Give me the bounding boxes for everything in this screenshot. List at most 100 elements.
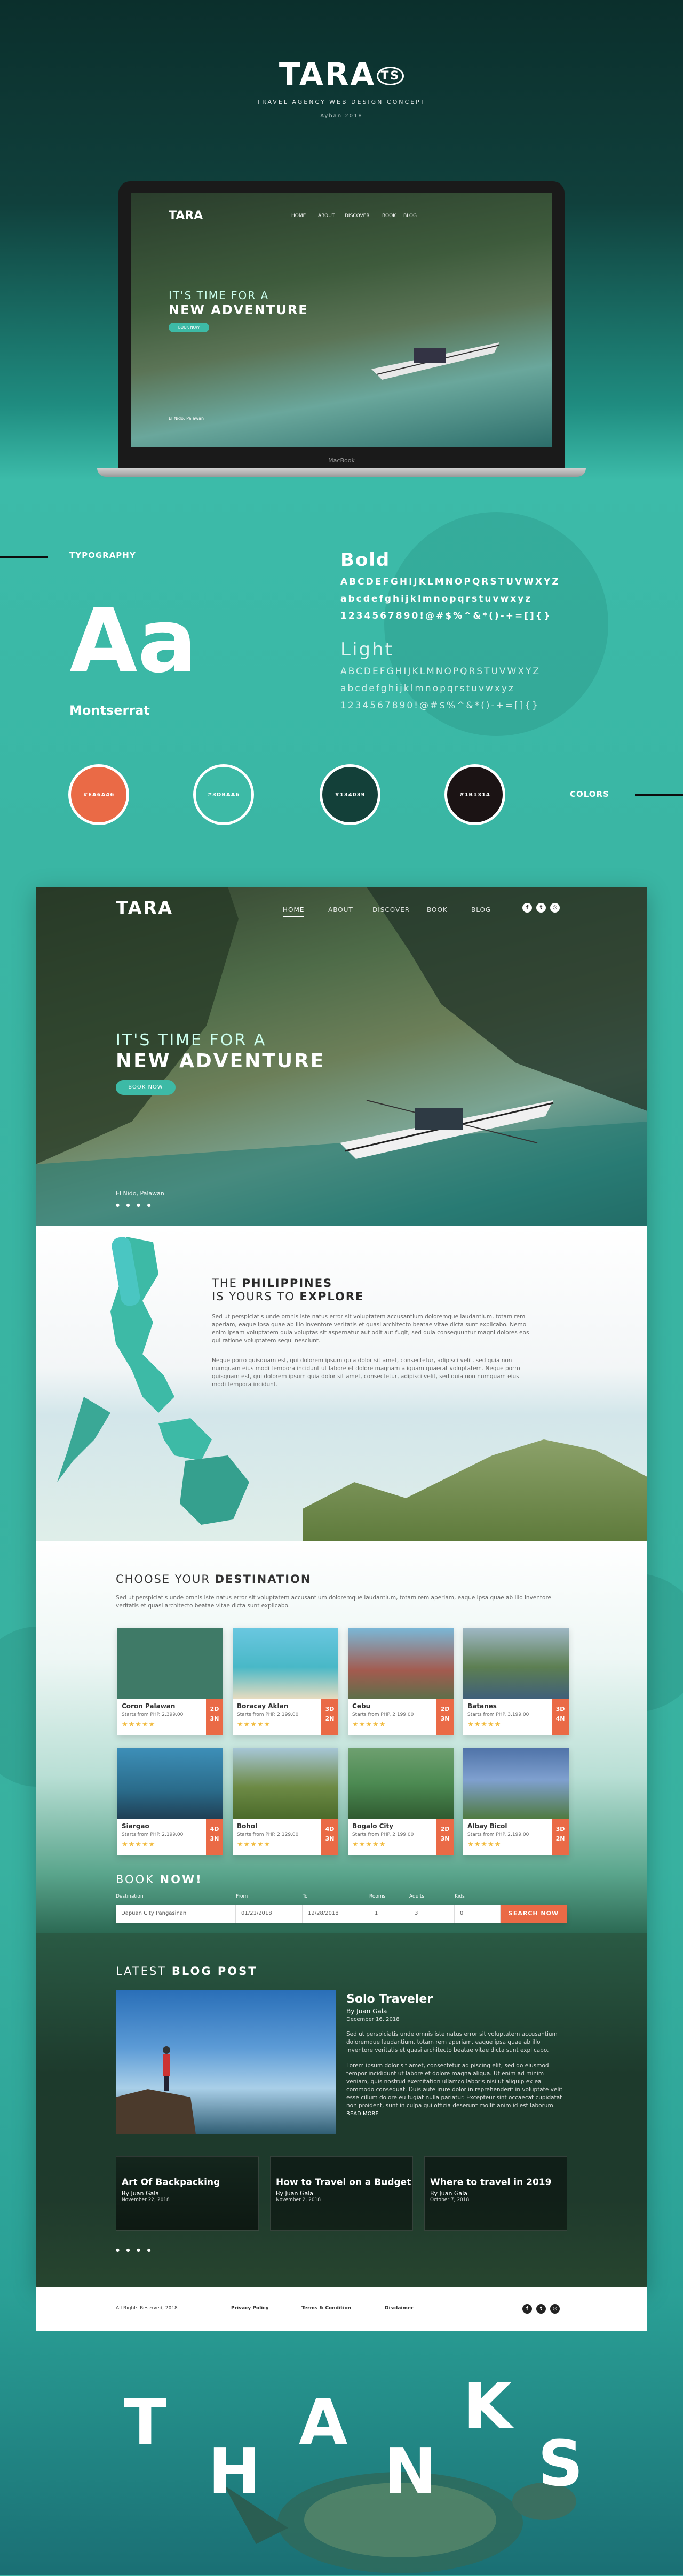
blog-post-paragraph-2: Lorem ipsum dolor sit amet, consectetur …: [346, 2062, 566, 2118]
blog-card-author: By Juan Gala: [276, 2190, 314, 2197]
instagram-icon[interactable]: ◎: [550, 903, 560, 913]
hero-location: El Nido, Palawan: [116, 1190, 164, 1197]
laptop-logo: TARA: [169, 209, 203, 222]
philippines-title-line2: IS YOURS TO EXPLORE: [212, 1290, 364, 1303]
hero-slider-dots[interactable]: ● ● ● ●: [116, 1203, 154, 1207]
destination-card[interactable]: Batanes Starts from PHP. 3,199.00 ★★★★★ …: [463, 1628, 569, 1735]
hills-illustration: [303, 1439, 647, 1541]
thanks-letter-h: H: [208, 2435, 261, 2508]
duration-days: 2D: [440, 1706, 450, 1713]
read-more-link[interactable]: READ MORE: [346, 2111, 379, 2117]
blog-card[interactable]: Where to travel in 2019 By Juan Gala Oct…: [424, 2156, 567, 2231]
nav-book[interactable]: BOOK: [427, 906, 448, 914]
site-navbar: TARA HOME ABOUT DISCOVER BOOK BLOG f t ◎: [36, 887, 647, 930]
from-date-input[interactable]: 01/21/2018: [236, 1905, 303, 1923]
blog-card-author: By Juan Gala: [122, 2190, 160, 2197]
laptop-hero-small: IT'S TIME FOR A: [169, 289, 269, 302]
site-logo[interactable]: TARA: [116, 898, 173, 919]
duration-nights: 3N: [440, 1835, 450, 1842]
nav-discover[interactable]: DISCOVER: [372, 906, 410, 914]
instagram-icon[interactable]: ◎: [550, 2304, 560, 2314]
kids-select[interactable]: 0: [455, 1905, 501, 1923]
search-now-button[interactable]: SEARCH NOW: [501, 1905, 567, 1923]
destination-name: Siargao: [122, 1822, 149, 1830]
destination-photo: [348, 1628, 454, 1699]
rating-stars: ★★★★★: [237, 1721, 271, 1729]
color-swatch-teal: #3DBAA6: [193, 764, 254, 825]
blog-featured-photo[interactable]: [116, 1990, 336, 2134]
blog-card-title: Where to travel in 2019: [430, 2177, 552, 2188]
destination-card[interactable]: Cebu Starts from PHP. 2,199.00 ★★★★★ 2D 3…: [348, 1628, 454, 1735]
destination-select[interactable]: Dapuan City Pangasinan: [116, 1905, 236, 1923]
destination-photo: [233, 1748, 338, 1819]
destination-name: Bogalo City: [352, 1822, 394, 1830]
label-from: From: [236, 1894, 248, 1899]
brand-subtitle: TRAVEL AGENCY WEB DESIGN CONCEPT: [257, 99, 426, 106]
disclaimer-link[interactable]: Disclaimer: [385, 2306, 413, 2311]
blog-slider-dots[interactable]: ● ● ● ●: [116, 2247, 154, 2252]
label-kids: Kids: [455, 1894, 465, 1899]
duration-badge: 4D 3N: [321, 1819, 338, 1855]
thanks-letter-s: S: [538, 2427, 583, 2500]
destinations-title: CHOOSE YOUR DESTINATION: [116, 1573, 312, 1586]
terms-link[interactable]: Terms & Condition: [301, 2306, 351, 2311]
duration-nights: 2N: [555, 1835, 565, 1842]
duration-days: 2D: [440, 1826, 450, 1833]
hiker-illustration: [116, 2046, 196, 2134]
destination-photo: [348, 1748, 454, 1819]
privacy-policy-link[interactable]: Privacy Policy: [231, 2306, 269, 2311]
facebook-icon[interactable]: f: [522, 903, 532, 913]
brand-logo: TARA TS: [0, 56, 683, 92]
bold-numerals: 1234567890!@#$%^&*()-+=[]{}: [340, 611, 552, 621]
laptop-screen: TARA HOME ABOUT DISCOVER BOOK BLOG IT'S …: [118, 181, 565, 468]
destination-card[interactable]: Boracay Aklan Starts from PHP. 2,199.00 …: [233, 1628, 338, 1735]
destination-price: Starts from PHP. 2,199.00: [352, 1832, 414, 1837]
destination-card[interactable]: Siargao Starts from PHP. 2,199.00 ★★★★★ …: [117, 1748, 223, 1855]
nav-about[interactable]: ABOUT: [328, 906, 353, 914]
book-now-title: BOOK NOW!: [116, 1873, 203, 1886]
brand-logo-badge: TS: [377, 67, 404, 86]
rooms-select[interactable]: 1: [369, 1905, 409, 1923]
book-now-button[interactable]: BOOK NOW: [116, 1080, 176, 1095]
font-name: Montserrat: [69, 703, 150, 718]
blog-card-date: November 22, 2018: [122, 2197, 170, 2203]
light-lowercase: abcdefghijklmnopqrstuvwxyz: [340, 683, 515, 694]
blog-card[interactable]: How to Travel on a Budget By Juan Gala N…: [270, 2156, 413, 2231]
duration-days: 4D: [210, 1826, 219, 1833]
destination-photo: [233, 1628, 338, 1699]
facebook-icon[interactable]: f: [522, 2304, 532, 2314]
destination-card[interactable]: Bohol Starts from PHP. 2,129.00 ★★★★★ 4D…: [233, 1748, 338, 1855]
blog-title: LATEST BLOG POST: [116, 1965, 258, 1978]
copyright-text: All Rights Reserved, 2018: [116, 2306, 178, 2311]
blog-post-paragraph-2-text: Lorem ipsum dolor sit amet, consectetur …: [346, 2062, 563, 2109]
duration-nights: 2N: [325, 1715, 335, 1722]
rating-stars: ★★★★★: [352, 1841, 386, 1849]
light-numerals: 1234567890!@#$%^&*()-+=[]{}: [340, 700, 539, 711]
laptop-hero-big: NEW ADVENTURE: [169, 302, 308, 317]
thanks-letter-t: T: [124, 2385, 167, 2459]
destination-card[interactable]: Bogalo City Starts from PHP. 2,199.00 ★★…: [348, 1748, 454, 1855]
label-adults: Adults: [409, 1894, 425, 1899]
philippines-section: THE PHILIPPINES IS YOURS TO EXPLORE Sed …: [36, 1226, 647, 1541]
twitter-icon[interactable]: t: [536, 903, 546, 913]
to-date-input[interactable]: 12/28/2018: [303, 1905, 369, 1923]
destination-card[interactable]: Coron Palawan Starts from PHP. 2,399.00 …: [117, 1628, 223, 1735]
typography-label: TYPOGRAPHY: [69, 550, 136, 560]
destination-price: Starts from PHP. 3,199.00: [467, 1712, 529, 1717]
adults-select[interactable]: 3: [409, 1905, 455, 1923]
blog-card[interactable]: Art Of Backpacking By Juan Gala November…: [116, 2156, 259, 2231]
rating-stars: ★★★★★: [352, 1721, 386, 1729]
destination-photo: [463, 1748, 569, 1819]
duration-nights: 3N: [440, 1715, 450, 1722]
destination-card[interactable]: Albay Bicol Starts from PHP. 2,199.00 ★★…: [463, 1748, 569, 1855]
color-swatch-near-black: #1B1314: [444, 764, 505, 825]
twitter-icon[interactable]: t: [536, 2304, 546, 2314]
divider-rule: [635, 794, 683, 796]
nav-home[interactable]: HOME: [283, 906, 305, 917]
blog-post-title[interactable]: Solo Traveler: [346, 1993, 433, 2006]
laptop-hero-button: BOOK NOW: [169, 323, 209, 332]
laptop-nav-home: HOME: [291, 213, 306, 219]
colors-label: COLORS: [570, 789, 609, 799]
nav-blog[interactable]: BLOG: [471, 906, 491, 914]
destination-name: Bohol: [237, 1822, 258, 1830]
